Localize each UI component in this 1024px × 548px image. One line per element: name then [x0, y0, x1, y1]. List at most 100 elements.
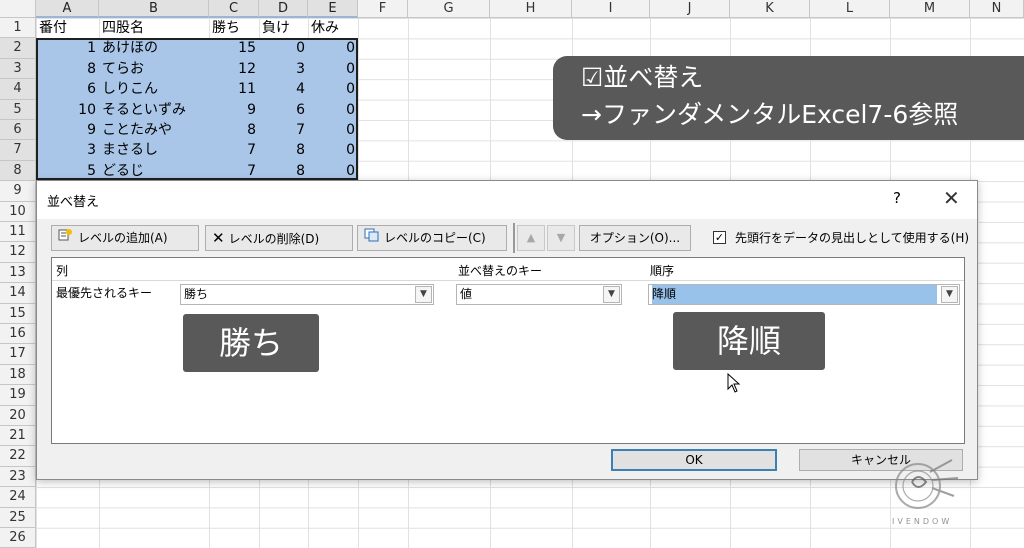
- row-header-26[interactable]: 26: [0, 528, 36, 548]
- header-row-checkbox[interactable]: ✓: [713, 231, 726, 244]
- col-header-j[interactable]: J: [650, 0, 730, 18]
- ok-button[interactable]: OK: [611, 449, 777, 471]
- row-header-15[interactable]: 15: [0, 303, 36, 324]
- col-header-n[interactable]: N: [970, 0, 1024, 18]
- row-header-18[interactable]: 18: [0, 364, 36, 386]
- col-header-f[interactable]: F: [358, 0, 408, 18]
- row-header-11[interactable]: 11: [0, 222, 36, 243]
- cell-a5[interactable]: 10: [36, 100, 99, 120]
- row-header-4[interactable]: 4: [0, 79, 36, 100]
- row-header-19[interactable]: 19: [0, 385, 36, 406]
- row-header-6[interactable]: 6: [0, 120, 36, 141]
- cell-e4[interactable]: 0: [308, 79, 358, 99]
- cell-a8[interactable]: 5: [36, 161, 99, 181]
- row-header-1[interactable]: 1: [0, 18, 36, 39]
- copy-level-button[interactable]: レベルのコピー(C): [357, 225, 507, 251]
- cell-c7[interactable]: 7: [209, 140, 259, 160]
- cell-c1[interactable]: 勝ち: [209, 18, 259, 38]
- cell-b4[interactable]: しりこん: [99, 79, 209, 99]
- cell-b5[interactable]: そるといずみ: [99, 100, 209, 120]
- cell-c4[interactable]: 11: [209, 79, 259, 99]
- cell-b1[interactable]: 四股名: [99, 18, 209, 38]
- cell-d5[interactable]: 6: [259, 100, 308, 120]
- row-header-25[interactable]: 25: [0, 507, 36, 528]
- col-header-b[interactable]: B: [99, 0, 209, 18]
- delete-level-button[interactable]: ✕ レベルの削除(D): [205, 225, 353, 251]
- cell-d8[interactable]: 8: [259, 161, 308, 181]
- col-header-i[interactable]: I: [572, 0, 650, 18]
- cell-e8[interactable]: 0: [308, 161, 358, 181]
- sort-key-select[interactable]: 値 ▼: [456, 284, 622, 305]
- cell-c8[interactable]: 7: [209, 161, 259, 181]
- cell-e5[interactable]: 0: [308, 100, 358, 120]
- cell-d1[interactable]: 負け: [259, 18, 308, 38]
- row-header-9[interactable]: 9: [0, 181, 36, 202]
- row-header-24[interactable]: 24: [0, 487, 36, 508]
- col-header-g[interactable]: G: [408, 0, 490, 18]
- cell-d6[interactable]: 7: [259, 120, 308, 140]
- col-header-d[interactable]: D: [259, 0, 308, 18]
- row-header-22[interactable]: 22: [0, 446, 36, 467]
- row-header-12[interactable]: 12: [0, 242, 36, 263]
- row-header-20[interactable]: 20: [0, 405, 36, 426]
- cell-c2[interactable]: 15: [209, 38, 259, 58]
- row-header-10[interactable]: 10: [0, 201, 36, 222]
- move-down-button[interactable]: ▼: [547, 225, 575, 251]
- order-select[interactable]: 降順 ▼: [648, 284, 960, 305]
- cell-c5[interactable]: 9: [209, 100, 259, 120]
- col-header-k[interactable]: K: [730, 0, 810, 18]
- cell-e7[interactable]: 0: [308, 140, 358, 160]
- dialog-titlebar[interactable]: 並べ替え ? ✕: [37, 181, 977, 219]
- cell-a7[interactable]: 3: [36, 140, 99, 160]
- order-select-value: 降順: [652, 285, 937, 304]
- row-header-17[interactable]: 17: [0, 344, 36, 365]
- col-header-a[interactable]: A: [36, 0, 99, 18]
- cell-b3[interactable]: てらお: [99, 59, 209, 79]
- cell-b2[interactable]: あけほの: [99, 38, 209, 58]
- row-header-16[interactable]: 16: [0, 324, 36, 345]
- col-header-l[interactable]: L: [810, 0, 890, 18]
- move-up-button[interactable]: ▲: [517, 225, 545, 251]
- row-header-21[interactable]: 21: [0, 426, 36, 447]
- row-header-23[interactable]: 23: [0, 466, 36, 488]
- col-header-m[interactable]: M: [890, 0, 970, 18]
- select-all-corner[interactable]: [0, 0, 36, 18]
- row-header-8[interactable]: 8: [0, 160, 36, 182]
- row-header-5[interactable]: 5: [0, 99, 36, 120]
- chevron-down-icon[interactable]: ▼: [603, 286, 620, 303]
- cell-d7[interactable]: 8: [259, 140, 308, 160]
- options-button[interactable]: オプション(O)...: [579, 225, 691, 251]
- col-header-h[interactable]: H: [490, 0, 572, 18]
- row-header-2[interactable]: 2: [0, 38, 36, 59]
- cell-e3[interactable]: 0: [308, 59, 358, 79]
- add-level-button[interactable]: レベルの追加(A): [51, 225, 199, 251]
- cell-b8[interactable]: どるじ: [99, 161, 209, 181]
- cell-c3[interactable]: 12: [209, 59, 259, 79]
- chevron-down-icon[interactable]: ▼: [941, 286, 958, 303]
- cell-a1[interactable]: 番付: [36, 18, 99, 38]
- cell-d4[interactable]: 4: [259, 79, 308, 99]
- column-select[interactable]: 勝ち ▼: [180, 284, 434, 305]
- cell-a2[interactable]: 1: [36, 38, 99, 58]
- col-header-e[interactable]: E: [308, 0, 358, 18]
- cell-d3[interactable]: 3: [259, 59, 308, 79]
- cell-d2[interactable]: 0: [259, 38, 308, 58]
- cell-b6[interactable]: ことたみや: [99, 120, 209, 140]
- row-header-14[interactable]: 14: [0, 283, 36, 304]
- cell-b7[interactable]: まさるし: [99, 140, 209, 160]
- close-icon[interactable]: ✕: [943, 186, 960, 210]
- cell-e1[interactable]: 休み: [308, 18, 358, 38]
- cell-c6[interactable]: 8: [209, 120, 259, 140]
- row-header-7[interactable]: 7: [0, 140, 36, 161]
- help-icon[interactable]: ?: [893, 189, 901, 207]
- row-header-13[interactable]: 13: [0, 262, 36, 284]
- cell-e2[interactable]: 0: [308, 38, 358, 58]
- cell-e6[interactable]: 0: [308, 120, 358, 140]
- header-row-checkbox-label[interactable]: 先頭行をデータの見出しとして使用する(H): [735, 229, 969, 246]
- chevron-down-icon[interactable]: ▼: [415, 286, 432, 303]
- cell-a3[interactable]: 8: [36, 59, 99, 79]
- cell-a6[interactable]: 9: [36, 120, 99, 140]
- row-header-3[interactable]: 3: [0, 58, 36, 80]
- cell-a4[interactable]: 6: [36, 79, 99, 99]
- col-header-c[interactable]: C: [209, 0, 259, 18]
